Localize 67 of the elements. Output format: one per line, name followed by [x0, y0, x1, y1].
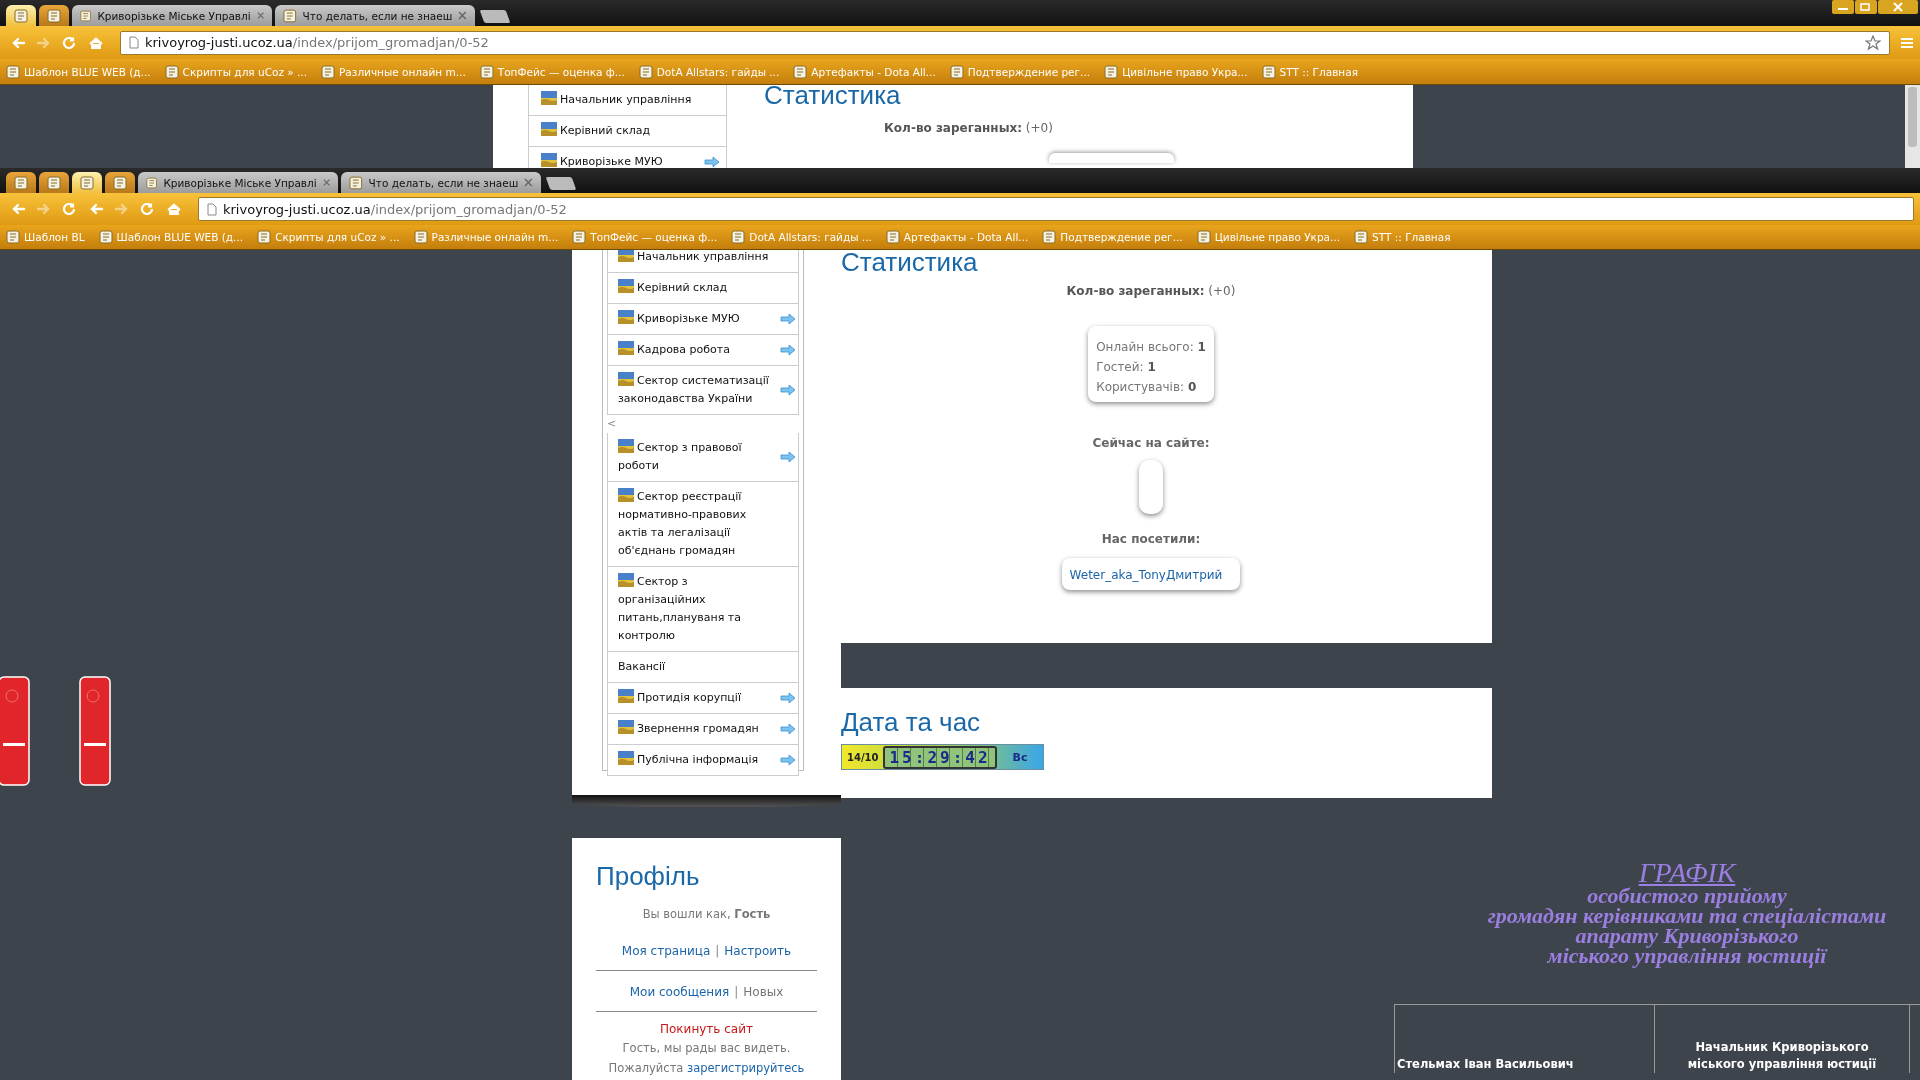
menu-item[interactable]: Керівний склад [607, 273, 799, 304]
greeting-text: Гость, мы рады вас видеть. [621, 1040, 792, 1057]
cell-text: міського управління юстиції [1687, 1056, 1877, 1073]
logout-link[interactable]: Покинуть сайт [596, 1011, 817, 1038]
label: Новых [743, 985, 784, 999]
menu-item[interactable]: Криворізьке МУЮ [607, 304, 799, 335]
section-heading: Профіль [596, 860, 701, 892]
menu-label: Публічна інформація [618, 751, 776, 769]
back-link[interactable]: < [607, 415, 799, 433]
link[interactable]: Настроить [724, 944, 792, 958]
registered-count: Кол-во зареганных: (+0) [883, 121, 1054, 135]
url-text: krivoyrog-justi.ucoz.ua/index/prijom_gromadjan/0-52 [223, 201, 567, 217]
online-stat: Користувачів: 0 [1096, 379, 1198, 396]
menu-label: Керівний склад [541, 122, 701, 140]
menu-label: Сектор реєстрації нормативно-правових актів та легалізації об'єднань громадян [618, 488, 748, 559]
menu-item[interactable]: Вакансії [607, 652, 799, 683]
online-stat: Онлайн всього: 1 [1096, 339, 1206, 356]
address-bar[interactable]: krivoyrog-justi.ucoz.ua/index/prijom_gromadjan/0-52 [120, 30, 1890, 55]
menu-label: Сектор з організаційних питань,плануваня та контролю [618, 573, 742, 644]
schedule-title: ГРАФІК [1638, 860, 1736, 886]
menu-label: Кадрова робота [618, 341, 776, 359]
menu-item[interactable]: Сектор систематизації законодавства України [607, 366, 799, 415]
menu-label: Керівний склад [618, 279, 776, 297]
schedule-subtitle: особистого прийому [1587, 886, 1787, 906]
link[interactable]: Моя страница [621, 944, 711, 958]
clock-date: 14/10 [846, 751, 880, 763]
separator: | [734, 985, 739, 999]
login-status: Вы вошли как, Гость [641, 906, 772, 923]
section-label: Нас посетили: [1101, 532, 1201, 546]
clock-weekday: Вс [1011, 750, 1029, 764]
browser-tab[interactable]: Криворізьке Міське Управлі [72, 5, 272, 26]
section-heading: Дата та час [841, 706, 982, 738]
online-stat: Гостей: 1 [1096, 359, 1157, 376]
menu-item[interactable]: Кадрова робота [607, 335, 799, 366]
separator: | [715, 944, 720, 958]
user-link[interactable]: Weter_aka_TonyДмитрий [1069, 568, 1223, 582]
menu-label: Криворізьке МУЮ [541, 153, 701, 168]
section-heading: Статистика [841, 250, 979, 278]
menu-item[interactable]: Публічна інформація [607, 745, 799, 776]
menu-label: Сектор систематизації законодавства України [618, 372, 770, 407]
register-prompt: Пожалуйста зарегистрируйтесь [607, 1060, 806, 1077]
menu-label: Сектор з правової роботи [618, 439, 743, 474]
menu-label: Начальник управління [541, 91, 701, 109]
browser-tab[interactable]: Что делать, если не знаеш [341, 172, 541, 193]
browser-tab[interactable]: Что делать, если не знаеш [275, 5, 475, 26]
cell-text: Стельмах Іван Васильович [1397, 1056, 1575, 1073]
menu-item[interactable]: Звернення громадян [607, 714, 799, 745]
section-heading: Статистика [764, 85, 901, 111]
menu-label: Криворізьке МУЮ [618, 310, 776, 328]
menu-item[interactable]: Сектор з організаційних питань,плануваня та контролю [607, 567, 799, 652]
section-label: Сейчас на сайте: [1092, 436, 1210, 450]
register-link[interactable]: зарегистрируйтесь [687, 1061, 805, 1075]
menu-item[interactable]: Сектор реєстрації нормативно-правових актів та легалізації об'єднань громадян [607, 482, 799, 567]
registered-count: Кол-во зареганных: (+0) [1066, 284, 1236, 298]
menu-item[interactable]: Сектор з правової роботи [607, 433, 799, 482]
menu-item[interactable]: Протидія корупції [607, 683, 799, 714]
browser-tab[interactable]: Криворізьке Міське Управлі [138, 172, 338, 193]
address-bar[interactable]: krivoyrog-justi.ucoz.ua/index/prijom_gromadjan/0-52 [198, 197, 1914, 221]
link[interactable]: Мои сообщения [629, 985, 730, 999]
cell-text: Начальник Криворізького [1695, 1039, 1869, 1056]
menu-label: Начальник управління [618, 250, 776, 266]
clock-time: 15:29:42 [883, 745, 997, 769]
menu-label: Вакансії [618, 659, 667, 675]
menu-label: Звернення громадян [618, 720, 776, 738]
menu-label: Протидія корупції [618, 689, 776, 707]
menu-item[interactable]: Начальник управління [607, 250, 799, 273]
url-text: krivoyrog-justi.ucoz.ua/index/prijom_gromadjan/0-52 [145, 35, 489, 50]
